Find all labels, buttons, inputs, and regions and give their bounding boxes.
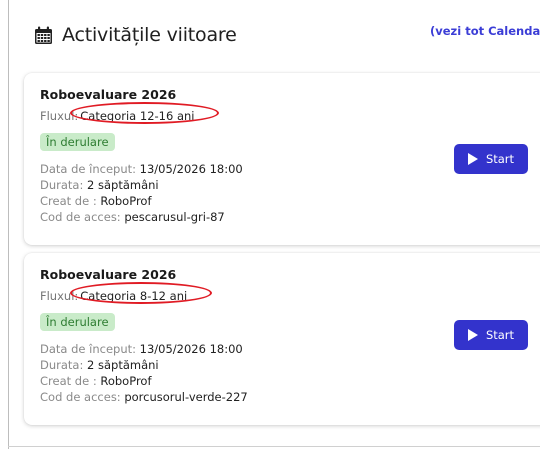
event-name: Roboevaluare 2026	[40, 87, 177, 102]
duration-row: Durata: 2 săptămâni	[40, 177, 159, 193]
status-badge: În derulare	[40, 133, 115, 151]
start-button[interactable]: Start	[454, 144, 528, 174]
play-icon	[467, 153, 478, 165]
annotation-ellipse	[70, 282, 212, 304]
left-border	[8, 0, 9, 449]
event-card: Roboevaluare 2026 Fluxul: Categoria 12-16…	[24, 73, 540, 245]
calendar-icon	[34, 26, 53, 45]
start-date-value: 13/05/2026 18:00	[139, 162, 243, 176]
start-date-row: Data de început: 13/05/2026 18:00	[40, 161, 243, 177]
access-code-value: pescarusul-gri-87	[124, 210, 225, 224]
creator-value: RoboProf	[100, 194, 152, 208]
start-date-value: 13/05/2026 18:00	[139, 342, 243, 356]
access-code-row: Cod de acces: porcusorul-verde-227	[40, 389, 248, 405]
duration-label: Durata:	[40, 358, 84, 372]
duration-value: 2 săptămâni	[87, 358, 159, 372]
creator-value: RoboProf	[100, 374, 152, 388]
access-code-row: Cod de acces: pescarusul-gri-87	[40, 209, 225, 225]
creator-row: Creat de : RoboProf	[40, 373, 152, 389]
start-date-row: Data de început: 13/05/2026 18:00	[40, 341, 243, 357]
duration-row: Durata: 2 săptămâni	[40, 357, 159, 373]
start-date-label: Data de început:	[40, 162, 136, 176]
status-badge: În derulare	[40, 313, 115, 331]
access-code-label: Cod de acces:	[40, 390, 121, 404]
start-button-label: Start	[485, 328, 515, 342]
creator-label: Creat de :	[40, 374, 97, 388]
start-date-label: Data de început:	[40, 342, 136, 356]
duration-value: 2 săptămâni	[87, 178, 159, 192]
event-flux: Fluxul: Categoria 8-12 ani	[40, 282, 212, 304]
start-button[interactable]: Start	[454, 320, 528, 350]
section-title: Activitățile viitoare	[62, 24, 237, 46]
start-button-label: Start	[485, 152, 515, 166]
event-flux: Fluxul: Categoria 12-16 ani	[40, 102, 219, 124]
bottom-border	[8, 446, 540, 447]
creator-label: Creat de :	[40, 194, 97, 208]
access-code-value: porcusorul-verde-227	[124, 390, 248, 404]
duration-label: Durata:	[40, 178, 84, 192]
access-code-label: Cod de acces:	[40, 210, 121, 224]
see-calendar-link[interactable]: (vezi tot Calendarul	[430, 24, 540, 38]
creator-row: Creat de : RoboProf	[40, 193, 152, 209]
event-name: Roboevaluare 2026	[40, 267, 177, 282]
event-card: Roboevaluare 2026 Fluxul: Categoria 8-12 …	[24, 253, 540, 425]
section-header: Activitățile viitoare	[34, 24, 237, 46]
play-icon	[467, 329, 478, 341]
annotation-ellipse	[70, 102, 219, 124]
